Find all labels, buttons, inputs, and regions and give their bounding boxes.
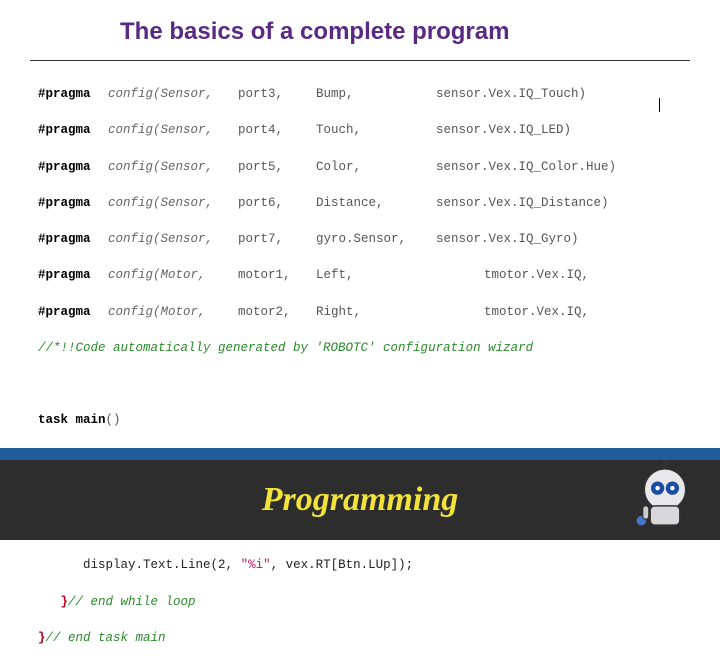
- task-main: task main(): [38, 411, 690, 429]
- pragma-line: #pragmaconfig(Sensor,port3,Bump,sensor.V…: [38, 85, 690, 103]
- pragma-name: Bump,: [316, 85, 436, 103]
- pragma-line: #pragmaconfig(Sensor,port6,Distance,sens…: [38, 194, 690, 212]
- close-brace-2: }// end while loop: [38, 593, 690, 611]
- footer-dark-bar: Programming: [0, 460, 720, 540]
- pragma-port: port3,: [238, 85, 316, 103]
- slide-title: The basics of a complete program: [0, 0, 720, 56]
- auto-comment: //*!!Code automatically generated by 'RO…: [38, 339, 690, 357]
- blank-line: [38, 375, 690, 393]
- pragma-type: sensor.Vex.IQ_Touch): [436, 85, 586, 103]
- pragma-line: #pragmaconfig(Sensor,port5,Color,sensor.…: [38, 158, 690, 176]
- close-brace-1: }// end task main: [38, 629, 690, 647]
- pragma-line-motor: #pragmaconfig(Motor,motor1,Left,tmotor.V…: [38, 266, 690, 284]
- pragma-conf: config(Sensor,: [108, 85, 238, 103]
- pragma-kw: #pragma: [38, 85, 108, 103]
- text-cursor: [659, 98, 660, 112]
- code-block: #pragmaconfig(Sensor,port3,Bump,sensor.V…: [0, 67, 720, 665]
- footer-title: Programming: [262, 481, 458, 519]
- pragma-line: #pragmaconfig(Sensor,port4,Touch,sensor.…: [38, 121, 690, 139]
- pragma-line: #pragmaconfig(Sensor,port7,gyro.Sensor,s…: [38, 230, 690, 248]
- robot-icon: [628, 460, 702, 534]
- pragma-line-motor: #pragmaconfig(Motor,motor2,Right,tmotor.…: [38, 303, 690, 321]
- footer-accent-bar: [0, 448, 720, 460]
- divider: [30, 60, 690, 61]
- footer: Programming: [0, 448, 720, 540]
- call-line: display.Text.Line(2, "%i", vex.RT[Btn.LU…: [38, 556, 690, 574]
